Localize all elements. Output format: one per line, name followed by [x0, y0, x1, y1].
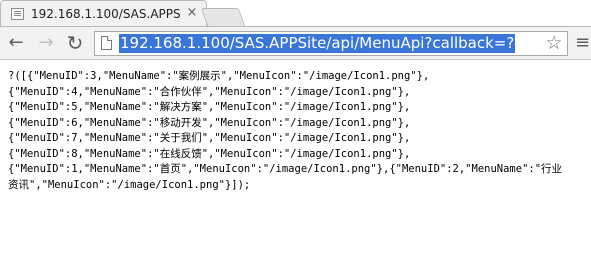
bookmark-star-icon[interactable]: ☆: [544, 33, 564, 53]
forward-button[interactable]: →: [34, 31, 58, 55]
json-line: {"MenuID":8,"MenuName":"在线反馈","MenuIcon"…: [8, 147, 411, 160]
new-tab-button[interactable]: [200, 8, 246, 26]
json-line: {"MenuID":1,"MenuName":"首页","MenuIcon":"…: [8, 163, 563, 175]
json-line: {"MenuID":6,"MenuName":"移动开发","MenuIcon"…: [8, 116, 411, 129]
json-response: ?([{"MenuID":3,"MenuName":"案例展示","MenuIc…: [8, 69, 586, 193]
page-content: ?([{"MenuID":3,"MenuName":"案例展示","MenuIc…: [0, 60, 591, 274]
reload-button[interactable]: ↻: [63, 31, 87, 55]
json-line: {"MenuID":7,"MenuName":"关于我们","MenuIcon"…: [8, 132, 411, 144]
address-bar[interactable]: 192.168.1.100/SAS.APPSite/api/MenuApi?ca…: [94, 31, 568, 56]
url-text[interactable]: 192.168.1.100/SAS.APPSite/api/MenuApi?ca…: [119, 34, 516, 53]
json-line: ?([{"MenuID":3,"MenuName":"案例展示","MenuIc…: [8, 70, 430, 82]
browser-toolbar: ← → ↻ 192.168.1.100/SAS.APPSite/api/Menu…: [0, 26, 591, 60]
page-icon: [101, 36, 112, 50]
tab-title: 192.168.1.100/SAS.APPS: [31, 7, 181, 21]
browser-tab[interactable]: 192.168.1.100/SAS.APPS ×: [0, 0, 207, 26]
back-button[interactable]: ←: [4, 31, 28, 55]
close-tab-icon[interactable]: ×: [185, 6, 199, 20]
page-favicon-icon: [11, 8, 24, 20]
browser-menu-icon[interactable]: ≡: [575, 33, 590, 53]
json-line: {"MenuID":5,"MenuName":"解决方案","MenuIcon"…: [8, 101, 411, 113]
json-line: {"MenuID":4,"MenuName":"合作伙伴","MenuIcon"…: [8, 85, 411, 98]
tab-strip: 192.168.1.100/SAS.APPS ×: [0, 0, 591, 26]
json-line: 资讯","MenuIcon":"/image/Icon1.png"}]);: [8, 178, 251, 191]
